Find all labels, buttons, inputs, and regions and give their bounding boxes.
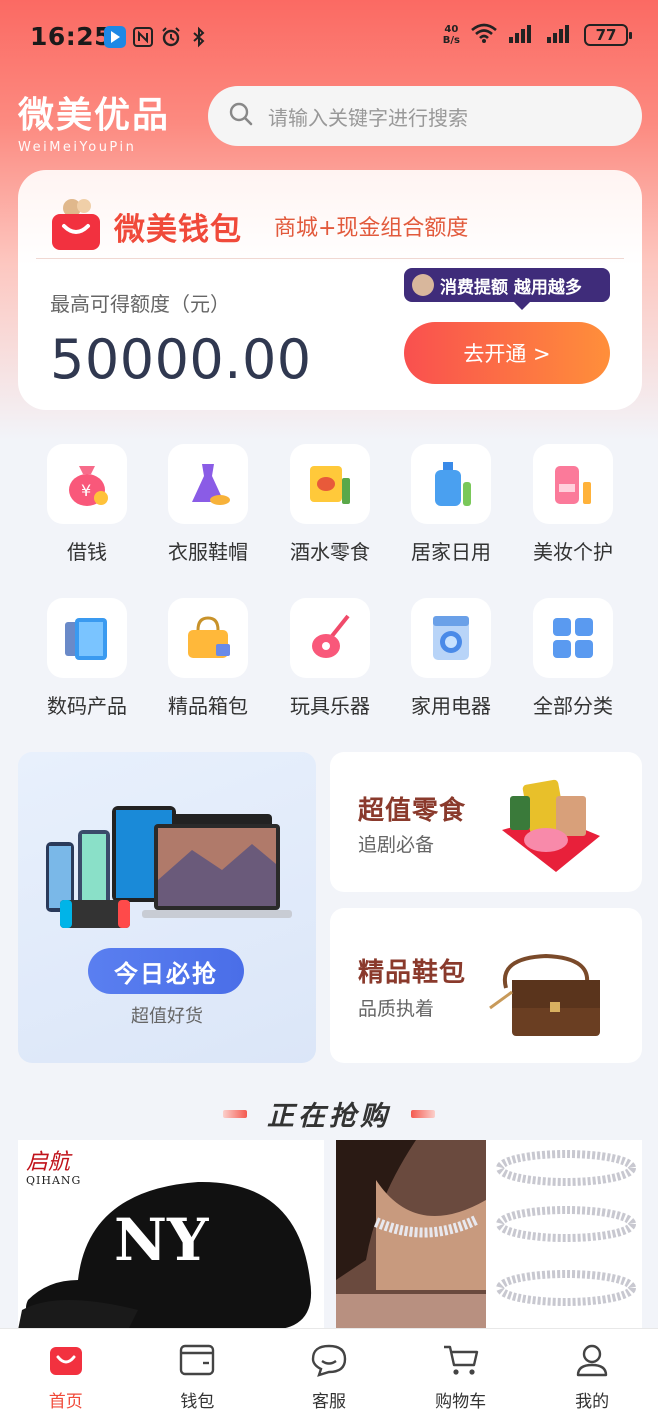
guitar-icon — [290, 598, 370, 678]
tab-cart[interactable]: 购物车 — [395, 1329, 527, 1416]
grid-icon — [533, 598, 613, 678]
category-borrow[interactable]: ¥ 借钱 — [27, 444, 147, 565]
detergent-icon — [411, 444, 491, 524]
title-decoration-right — [411, 1109, 435, 1118]
today-deals-button[interactable]: 今日必抢 — [88, 948, 244, 994]
user-icon — [574, 1343, 610, 1381]
flash-sale-header: 正在抢购 — [0, 1094, 658, 1133]
status-time: 16:25 — [30, 22, 113, 51]
svg-text:¥: ¥ — [81, 481, 91, 500]
cosmetics-icon — [533, 444, 613, 524]
bottom-tab-bar: 首页 钱包 客服 购物车 我的 — [0, 1328, 658, 1416]
category-digital[interactable]: 数码产品 — [27, 598, 147, 719]
flash-sale-title: 正在抢购 — [267, 1101, 391, 1132]
nfc-icon — [132, 26, 154, 48]
signal-icon — [508, 22, 536, 48]
wallet-subtitle: 商城+现金组合额度 — [274, 216, 469, 241]
search-icon — [228, 101, 254, 131]
handbag-image — [486, 948, 606, 1046]
alarm-icon — [160, 26, 182, 48]
product-card[interactable] — [336, 1140, 642, 1330]
status-system-icons: 40 B/s 77 — [442, 22, 632, 48]
wifi-icon — [470, 22, 498, 48]
promo-today-tile[interactable]: 今日必抢 超值好货 — [18, 752, 316, 1063]
snack-icon — [290, 444, 370, 524]
home-bag-icon — [48, 1343, 84, 1381]
electronics-image — [42, 800, 292, 934]
chat-icon — [311, 1343, 347, 1381]
promo-snacks-tile[interactable]: 超值零食 追剧必备 — [330, 752, 642, 892]
search-bar[interactable]: 请输入关键字进行搜索 — [208, 86, 642, 146]
cap-image: NY — [18, 1160, 324, 1330]
necklace-model-image — [336, 1140, 486, 1330]
wallet-header: 微美钱包 商城+现金组合额度 — [50, 196, 468, 256]
search-input[interactable]: 请输入关键字进行搜索 — [268, 102, 468, 131]
category-home[interactable]: 居家日用 — [391, 444, 511, 565]
status-notification-icons — [104, 26, 210, 48]
promo-tag: 消费提额 越用越多 — [404, 268, 610, 310]
promo-bags-tile[interactable]: 精品鞋包 品质执着 — [330, 908, 642, 1063]
snacks-image — [496, 776, 606, 880]
necklace-image — [486, 1140, 642, 1330]
category-clothing[interactable]: 衣服鞋帽 — [148, 444, 268, 565]
logo-text: 微美优品 — [18, 95, 171, 136]
money-bag-icon: ¥ — [47, 444, 127, 524]
wallet-bag-icon — [50, 196, 102, 256]
category-toys[interactable]: 玩具乐器 — [270, 598, 390, 719]
category-appliances[interactable]: 家用电器 — [391, 598, 511, 719]
open-wallet-button[interactable]: 去开通 > — [404, 322, 610, 384]
divider — [36, 258, 624, 259]
title-decoration-left — [223, 1109, 247, 1118]
category-snacks[interactable]: 酒水零食 — [270, 444, 390, 565]
cart-icon — [442, 1343, 480, 1381]
tab-service[interactable]: 客服 — [263, 1329, 395, 1416]
category-beauty[interactable]: 美妆个护 — [513, 444, 633, 565]
snacks-subtitle: 追剧必备 — [358, 834, 435, 856]
wallet-title: 微美钱包 — [114, 211, 242, 248]
category-bags[interactable]: 精品箱包 — [148, 598, 268, 719]
limit-amount: 50000.00 — [50, 328, 312, 391]
logo-subtext: WeiMeiYouPin — [18, 140, 137, 155]
wallet-card[interactable]: 微美钱包 商城+现金组合额度 最高可得额度（元） 50000.00 消费提额 越… — [18, 170, 642, 410]
handbag-icon — [168, 598, 248, 678]
battery-indicator: 77 — [584, 24, 632, 46]
category-all[interactable]: 全部分类 — [513, 598, 633, 719]
snacks-title: 超值零食 — [358, 796, 467, 826]
bags-title: 精品鞋包 — [358, 958, 467, 988]
coin-icon — [412, 274, 434, 296]
limit-label: 最高可得额度（元） — [50, 292, 230, 316]
bags-subtitle: 品质执着 — [358, 998, 435, 1020]
today-deals-subtitle: 超值好货 — [131, 1006, 203, 1027]
bluetooth-icon — [188, 26, 210, 48]
tab-home[interactable]: 首页 — [0, 1329, 132, 1416]
dress-icon — [168, 444, 248, 524]
net-speed: 40 B/s — [442, 24, 460, 46]
signal-icon-2 — [546, 22, 574, 48]
tab-profile[interactable]: 我的 — [526, 1329, 658, 1416]
tab-wallet[interactable]: 钱包 — [132, 1329, 264, 1416]
product-card[interactable]: 启航 QIHANG NY — [18, 1140, 324, 1330]
tablet-icon — [47, 598, 127, 678]
svg-text:NY: NY — [114, 1206, 209, 1274]
app-notification-icon — [104, 26, 126, 48]
app-logo: 微美优品 WeiMeiYouPin — [18, 86, 170, 155]
wallet-icon — [179, 1343, 215, 1381]
washing-machine-icon — [411, 598, 491, 678]
status-bar: 16:25 40 B/s 77 — [0, 0, 658, 78]
